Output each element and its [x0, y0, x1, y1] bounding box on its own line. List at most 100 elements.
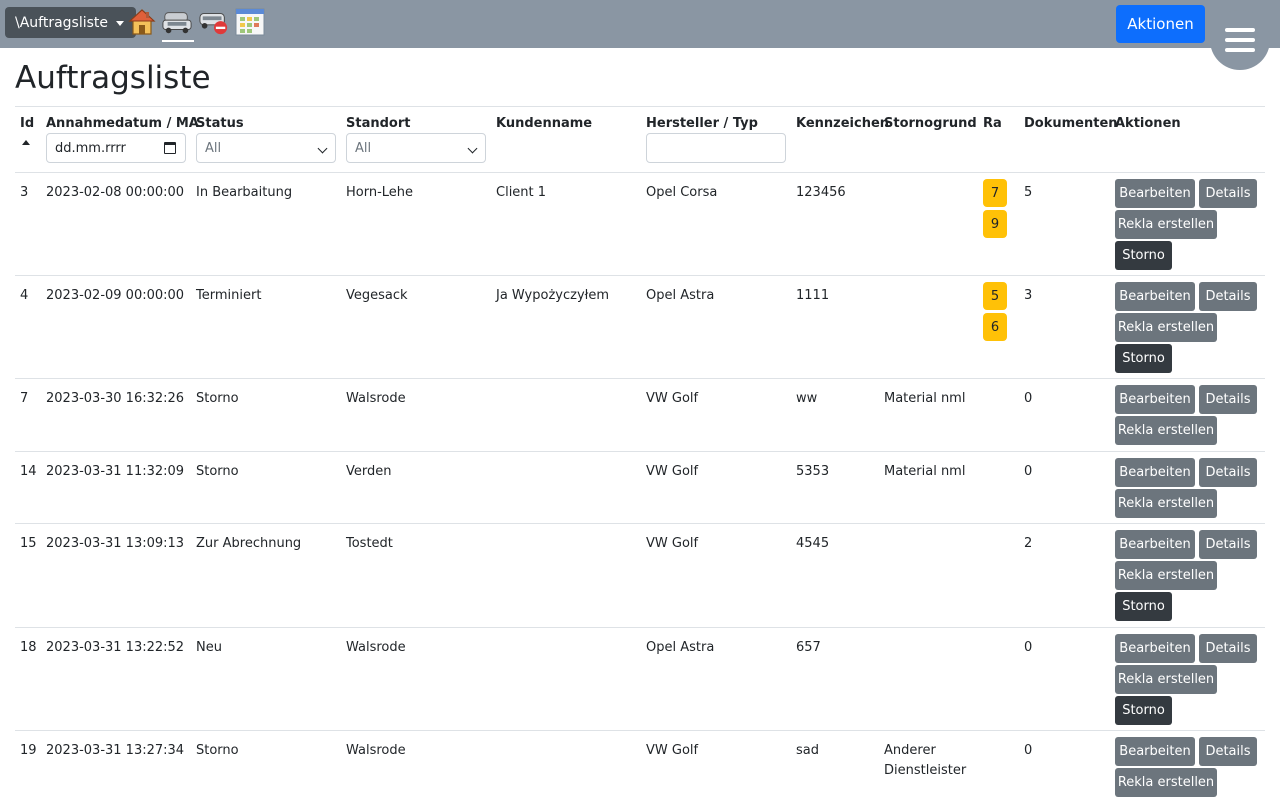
column-header-status[interactable]: Status	[196, 114, 244, 134]
cell-date: 2023-03-31 13:27:34	[46, 743, 185, 758]
cell-location: Walsrode	[346, 640, 406, 655]
cell-plate: ww	[796, 391, 818, 406]
create-complaint-button[interactable]: Rekla erstellen	[1115, 313, 1217, 342]
cell-status: In Bearbaitung	[196, 185, 293, 200]
car-cancel-icon[interactable]	[199, 6, 229, 38]
cell-cancel-reason: Material nml	[884, 464, 966, 479]
edit-button[interactable]: Bearbeiten	[1115, 282, 1195, 311]
cell-location: Vegesack	[346, 288, 408, 303]
cell-documents: 0	[1024, 640, 1033, 655]
column-header-id[interactable]: Id	[20, 114, 34, 134]
cell-customer: Ja Wypożyczyłem	[496, 288, 609, 303]
cell-plate: 4545	[796, 536, 830, 551]
edit-button[interactable]: Bearbeiten	[1115, 385, 1195, 414]
cell-location: Walsrode	[346, 391, 406, 406]
cell-id: 18	[20, 640, 37, 655]
details-button[interactable]: Details	[1199, 458, 1257, 487]
breadcrumb-dropdown[interactable]: \Auftragsliste	[5, 7, 137, 38]
column-header-date[interactable]: Annahmedatum / MA	[46, 114, 199, 134]
table-row: 15 2023-03-31 13:09:13 Zur Abrechnung Toste…	[15, 524, 1265, 628]
cell-status: Terminiert	[196, 288, 262, 303]
cell-documents: 0	[1024, 743, 1033, 758]
create-complaint-button[interactable]: Rekla erstellen	[1115, 561, 1217, 590]
create-complaint-button[interactable]: Rekla erstellen	[1115, 416, 1217, 445]
make-filter-input[interactable]	[646, 133, 786, 163]
date-filter-input[interactable]: dd.mm.rrrr	[46, 133, 186, 163]
cancel-order-button[interactable]: Storno	[1115, 241, 1172, 270]
home-icon[interactable]	[127, 6, 157, 38]
edit-button[interactable]: Bearbeiten	[1115, 179, 1195, 208]
cell-status: Zur Abrechnung	[196, 536, 302, 551]
edit-button[interactable]: Bearbeiten	[1115, 458, 1195, 487]
cancel-order-button[interactable]: Storno	[1115, 592, 1172, 621]
cell-customer: Client 1	[496, 185, 547, 200]
cancel-order-button[interactable]: Storno	[1115, 696, 1172, 725]
cell-make: Opel Astra	[646, 288, 715, 303]
column-header-customer[interactable]: Kundenname	[496, 114, 592, 134]
cell-date: 2023-02-09 00:00:00	[46, 288, 185, 303]
cell-id: 19	[20, 743, 37, 758]
actions-button[interactable]: Aktionen	[1116, 5, 1205, 43]
cell-cancel-reason: Anderer Dienstleister	[884, 743, 967, 778]
edit-button[interactable]: Bearbeiten	[1115, 634, 1195, 663]
ra-badge[interactable]: 5	[983, 282, 1007, 310]
location-filter-value: All	[355, 140, 372, 156]
edit-button[interactable]: Bearbeiten	[1115, 737, 1195, 766]
cars-icon[interactable]	[162, 6, 194, 42]
top-navbar: \Auftragsliste Aktionen	[0, 0, 1280, 48]
details-button[interactable]: Details	[1199, 530, 1257, 559]
cell-location: Verden	[346, 464, 392, 479]
calendar-icon[interactable]	[235, 6, 265, 38]
create-complaint-button[interactable]: Rekla erstellen	[1115, 489, 1217, 518]
details-button[interactable]: Details	[1199, 282, 1257, 311]
cell-date: 2023-03-30 16:32:26	[46, 391, 185, 406]
cell-date: 2023-02-08 00:00:00	[46, 185, 185, 200]
cell-date: 2023-03-31 11:32:09	[46, 464, 185, 479]
chevron-down-icon	[317, 143, 328, 154]
sort-ascending-icon[interactable]	[22, 140, 30, 145]
location-filter-select[interactable]: All	[346, 133, 486, 163]
details-button[interactable]: Details	[1199, 737, 1257, 766]
cell-plate: 1111	[796, 288, 830, 303]
column-header-location[interactable]: Standort	[346, 114, 410, 134]
column-header-documents[interactable]: Dokumenten	[1024, 114, 1118, 134]
table-row: 19 2023-03-31 13:27:34 Storno Walsrode VW Go…	[15, 731, 1265, 800]
cell-make: VW Golf	[646, 464, 699, 479]
create-complaint-button[interactable]: Rekla erstellen	[1115, 665, 1217, 694]
cell-plate: 5353	[796, 464, 830, 479]
cell-make: VW Golf	[646, 536, 699, 551]
column-header-make[interactable]: Hersteller / Typ	[646, 114, 758, 134]
column-header-plate[interactable]: Kennzeichen	[796, 114, 889, 134]
hamburger-menu-icon[interactable]	[1210, 10, 1270, 70]
table-row: 18 2023-03-31 13:22:52 Neu Walsrode Opel Ast…	[15, 628, 1265, 731]
cell-make: Opel Corsa	[646, 185, 718, 200]
cell-location: Tostedt	[346, 536, 393, 551]
cell-status: Storno	[196, 391, 239, 406]
column-header-ra[interactable]: Ra	[983, 114, 1002, 134]
cell-id: 3	[20, 185, 29, 200]
details-button[interactable]: Details	[1199, 385, 1257, 414]
details-button[interactable]: Details	[1199, 634, 1257, 663]
cell-id: 15	[20, 536, 37, 551]
create-complaint-button[interactable]: Rekla erstellen	[1115, 768, 1217, 797]
details-button[interactable]: Details	[1199, 179, 1257, 208]
table-row: 14 2023-03-31 11:32:09 Storno Verden VW Golf…	[15, 452, 1265, 524]
ra-badge[interactable]: 9	[983, 210, 1007, 238]
column-header-cancel-reason[interactable]: Stornogrund	[884, 114, 977, 134]
ra-badge[interactable]: 7	[983, 179, 1007, 207]
calendar-picker-icon[interactable]	[164, 142, 176, 154]
ra-badge[interactable]: 6	[983, 313, 1007, 341]
cell-documents: 0	[1024, 464, 1033, 479]
status-filter-select[interactable]: All	[196, 133, 336, 163]
table-row: 4 2023-02-09 00:00:00 Terminiert Vegesack Ja…	[15, 276, 1265, 379]
edit-button[interactable]: Bearbeiten	[1115, 530, 1195, 559]
cell-id: 7	[20, 391, 29, 406]
column-header-actions: Aktionen	[1115, 116, 1181, 131]
cell-documents: 0	[1024, 391, 1033, 406]
cell-make: Opel Astra	[646, 640, 715, 655]
date-filter-placeholder: dd.mm.rrrr	[55, 140, 126, 156]
cancel-order-button[interactable]: Storno	[1115, 344, 1172, 373]
status-filter-value: All	[205, 140, 222, 156]
cell-date: 2023-03-31 13:09:13	[46, 536, 185, 551]
create-complaint-button[interactable]: Rekla erstellen	[1115, 210, 1217, 239]
